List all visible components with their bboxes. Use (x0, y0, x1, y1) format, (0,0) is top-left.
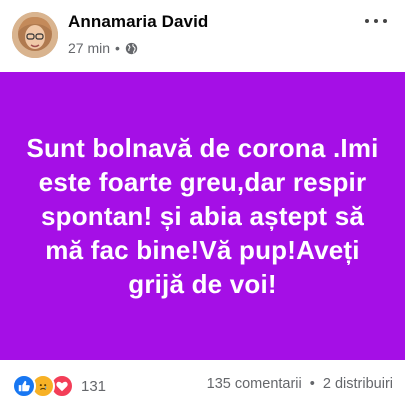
engagement-separator: • (309, 376, 315, 392)
post-meta: 27 min • (68, 40, 138, 56)
author-name[interactable]: Annamaria David (68, 12, 208, 32)
post-header: Annamaria David 27 min • (0, 0, 405, 72)
like-reaction-icon (12, 374, 36, 398)
avatar[interactable] (12, 12, 58, 58)
globe-icon[interactable] (125, 42, 138, 55)
post-background: Sunt bolnavă de corona .Imi este foarte … (0, 72, 405, 360)
shares-link[interactable]: 2 distribuiri (323, 376, 393, 392)
more-options-icon[interactable] (365, 12, 387, 30)
meta-separator: • (115, 40, 120, 56)
post-text: Sunt bolnavă de corona .Imi este foarte … (26, 133, 379, 299)
comments-link[interactable]: 135 comentarii (207, 376, 302, 392)
post-footer: 131 135 comentarii • 2 distribuiri (0, 360, 405, 410)
engagement-summary: 135 comentarii • 2 distribuiri (207, 376, 393, 392)
post-time[interactable]: 27 min (68, 40, 110, 56)
reaction-count: 131 (81, 377, 107, 395)
reactions-summary[interactable]: 131 (12, 374, 106, 398)
